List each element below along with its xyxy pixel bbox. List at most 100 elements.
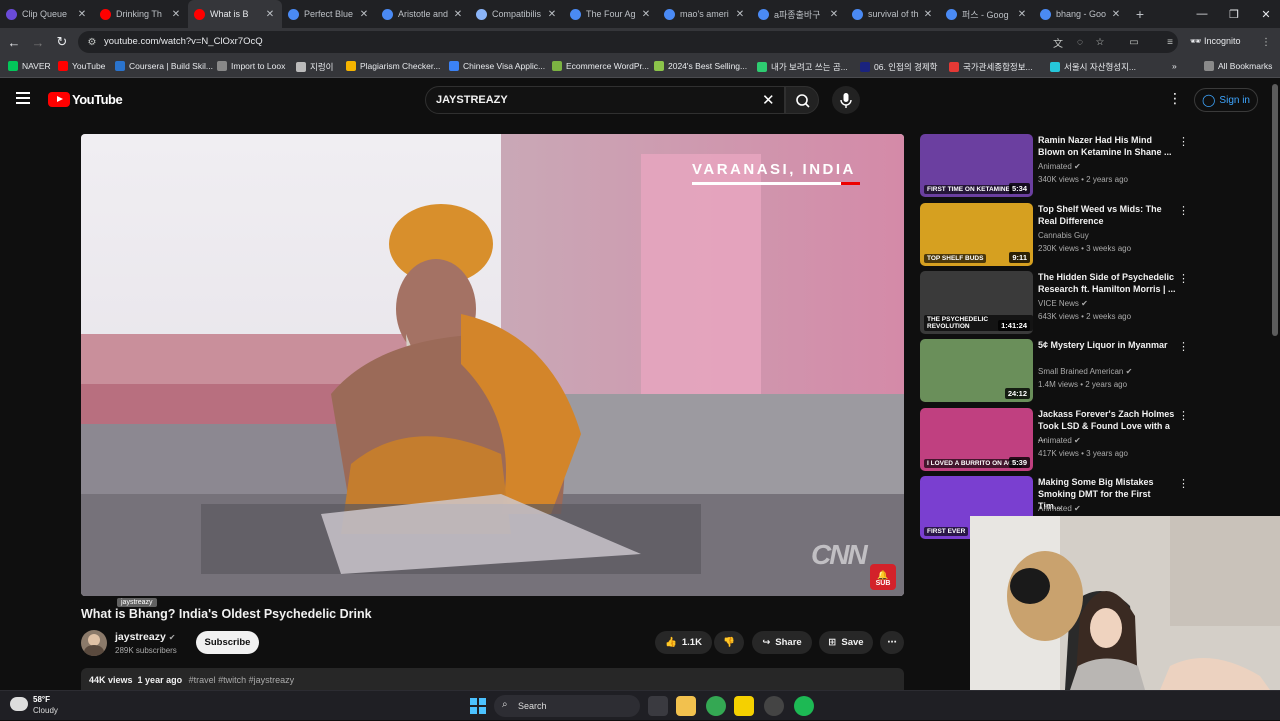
recommended-channel[interactable]: Animated ✔ xyxy=(1038,162,1081,171)
back-icon[interactable]: ← xyxy=(6,34,22,50)
bookmark-item[interactable]: Ecommerce WordPr... xyxy=(552,61,649,71)
tab-close-icon[interactable]: ✕ xyxy=(452,9,464,20)
channel-name-text[interactable]: jaystreazy xyxy=(115,631,166,643)
weather-cloud-icon[interactable] xyxy=(10,697,28,711)
task-view-icon[interactable] xyxy=(648,696,668,716)
eye-off-icon[interactable]: ◌ xyxy=(1074,36,1086,48)
tab-close-icon[interactable]: ✕ xyxy=(734,9,746,20)
obs-icon[interactable] xyxy=(764,696,784,716)
windows-start-icon[interactable] xyxy=(468,696,488,716)
recommended-channel-name[interactable]: Animated xyxy=(1038,162,1072,171)
channel-avatar[interactable] xyxy=(81,630,107,656)
bookmark-item[interactable]: Coursera | Build Skil... xyxy=(115,61,213,71)
bookmark-item[interactable]: 06. 인접의 경제학 xyxy=(860,61,937,73)
close-window-icon[interactable]: ✕ xyxy=(1250,0,1280,28)
bookmark-item[interactable]: Import to Loox xyxy=(217,61,285,71)
bookmarks-overflow-icon[interactable]: » xyxy=(1172,61,1177,71)
page-scrollbar[interactable] xyxy=(1272,84,1278,336)
recommended-video[interactable]: TOP SHELF BUDS 9:11 Top Shelf Weed vs Mids… xyxy=(920,203,1195,267)
recommended-channel[interactable]: Cannabis Guy xyxy=(1038,231,1089,240)
address-bar[interactable]: ⚙ youtube.com/watch?v=N_ClOxr7OcQ 文 ◌ ☆ xyxy=(78,31,1178,53)
browser-tab[interactable]: bhang - Goo ✕ xyxy=(1034,0,1128,28)
browser-tab[interactable]: 퍼스 - Goog ✕ xyxy=(940,0,1034,28)
tab-close-icon[interactable]: ✕ xyxy=(640,9,652,20)
recommended-channel[interactable]: Animated ✔ xyxy=(1038,504,1081,513)
bookmark-item[interactable]: Chinese Visa Applic... xyxy=(449,61,545,71)
browser-tab[interactable]: The Four Ag ✕ xyxy=(564,0,658,28)
video-thumbnail[interactable]: FIRST TIME ON KETAMINE 5:34 xyxy=(920,134,1033,197)
bookmark-item[interactable]: 내가 보려고 쓰는 곰... xyxy=(757,61,848,73)
chrome-icon[interactable] xyxy=(706,696,726,716)
bookmark-item[interactable]: NAVER xyxy=(8,61,51,71)
browser-tab[interactable]: What is B ✕ xyxy=(188,0,282,28)
bookmark-item[interactable]: 국가관세종합정보... xyxy=(949,61,1033,73)
youtube-wordmark[interactable]: YouTube xyxy=(72,92,123,107)
recommended-video[interactable]: THE PSYCHEDELIC REVOLUTION 1:41:24 The Hid… xyxy=(920,271,1195,335)
reload-icon[interactable]: ↻ xyxy=(54,34,70,50)
spotify-icon[interactable] xyxy=(794,696,814,716)
hashtags[interactable]: #travel #twitch #jaystreazy xyxy=(189,675,295,685)
menu-kebab-icon[interactable]: ⋮ xyxy=(1260,36,1272,48)
taskbar-search[interactable]: ⌕ Search xyxy=(494,695,640,717)
dislike-button[interactable]: 👎 xyxy=(714,631,744,654)
recommended-channel-name[interactable]: VICE News xyxy=(1038,299,1079,308)
browser-tab[interactable]: Perfect Blue ✕ xyxy=(282,0,376,28)
tab-close-icon[interactable]: ✕ xyxy=(358,9,370,20)
bookmark-star-icon[interactable]: ☆ xyxy=(1094,36,1106,48)
new-tab-button[interactable]: + xyxy=(1128,6,1152,22)
channel-name[interactable]: jaystreazy ✔ xyxy=(115,631,175,643)
tab-close-icon[interactable]: ✕ xyxy=(828,9,840,20)
subscribe-watermark[interactable]: 🔔 SUB xyxy=(870,564,896,590)
tab-close-icon[interactable]: ✕ xyxy=(76,9,88,20)
recommended-video[interactable]: 24:12 5¢ Mystery Liquor in Myanmar Small B… xyxy=(920,339,1195,403)
tab-close-icon[interactable]: ✕ xyxy=(264,9,276,20)
recommended-channel-name[interactable]: Animated xyxy=(1038,436,1072,445)
tab-search-icon[interactable]: ▭ xyxy=(1128,36,1140,48)
bookmark-item[interactable]: 2024's Best Selling... xyxy=(654,61,747,71)
minimize-icon[interactable]: — xyxy=(1186,0,1218,28)
more-options-icon[interactable]: ⋮ xyxy=(1178,204,1189,217)
url-text[interactable]: youtube.com/watch?v=N_ClOxr7OcQ xyxy=(104,36,263,47)
bookmark-item[interactable]: Plagiarism Checker... xyxy=(346,61,440,71)
clear-search-icon[interactable]: ✕ xyxy=(762,91,775,109)
file-explorer-icon[interactable] xyxy=(676,696,696,716)
recommended-channel-name[interactable]: Animated xyxy=(1038,504,1072,513)
voice-search-button[interactable] xyxy=(832,86,860,114)
recommended-video[interactable]: I LOVED A BURRITO ON ACID 5:39 Jackass For… xyxy=(920,408,1195,472)
tab-close-icon[interactable]: ✕ xyxy=(922,9,934,20)
recommended-channel[interactable]: Small Brained American ✔ xyxy=(1038,367,1132,376)
hamburger-menu-icon[interactable] xyxy=(16,92,30,104)
tab-close-icon[interactable]: ✕ xyxy=(546,9,558,20)
recommended-video[interactable]: FIRST TIME ON KETAMINE 5:34 Ramin Nazer Ha… xyxy=(920,134,1195,198)
browser-tab[interactable]: Aristotle and ✕ xyxy=(376,0,470,28)
recommended-title[interactable]: 5¢ Mystery Liquor in Myanmar xyxy=(1038,339,1176,351)
search-input[interactable]: JAYSTREAZY ✕ xyxy=(425,86,785,114)
browser-tab[interactable]: mao's ameri ✕ xyxy=(658,0,752,28)
share-button[interactable]: ↪ Share xyxy=(752,631,812,654)
subscribe-button[interactable]: Subscribe xyxy=(196,631,259,654)
video-thumbnail[interactable]: I LOVED A BURRITO ON ACID 5:39 xyxy=(920,408,1033,471)
video-thumbnail[interactable]: THE PSYCHEDELIC REVOLUTION 1:41:24 xyxy=(920,271,1033,334)
like-button[interactable]: 👍 1.1K xyxy=(655,631,712,654)
recommended-channel-name[interactable]: Small Brained American xyxy=(1038,367,1123,376)
site-info-icon[interactable]: ⚙ xyxy=(86,36,98,48)
incognito-indicator[interactable]: 🕶 Incognito xyxy=(1190,36,1240,47)
browser-tab[interactable]: a파종출바구 ✕ xyxy=(752,0,846,28)
search-button[interactable] xyxy=(785,86,819,114)
tab-close-icon[interactable]: ✕ xyxy=(1016,9,1028,20)
recommended-title[interactable]: Ramin Nazer Had His Mind Blown on Ketami… xyxy=(1038,134,1176,158)
bookmark-item[interactable]: 서울시 자산형성지... xyxy=(1050,61,1136,73)
bookmark-item[interactable]: 지렁이 xyxy=(296,61,333,73)
translate-icon[interactable]: 文 xyxy=(1052,36,1064,50)
video-thumbnail[interactable]: TOP SHELF BUDS 9:11 xyxy=(920,203,1033,266)
weather-temperature[interactable]: 58°F xyxy=(33,695,50,704)
restore-icon[interactable]: ❐ xyxy=(1218,0,1250,28)
recommended-channel-name[interactable]: Cannabis Guy xyxy=(1038,231,1089,240)
more-options-icon[interactable]: ⋮ xyxy=(1178,272,1189,285)
all-bookmarks[interactable]: All Bookmarks xyxy=(1204,61,1272,71)
browser-tab[interactable]: Drinking Th ✕ xyxy=(94,0,188,28)
recommended-channel[interactable]: VICE News ✔ xyxy=(1038,299,1088,308)
recommended-title[interactable]: Top Shelf Weed vs Mids: The Real Differe… xyxy=(1038,203,1176,227)
forward-icon[interactable]: → xyxy=(30,34,46,50)
recommended-title[interactable]: The Hidden Side of Psychedelic Research … xyxy=(1038,271,1176,295)
